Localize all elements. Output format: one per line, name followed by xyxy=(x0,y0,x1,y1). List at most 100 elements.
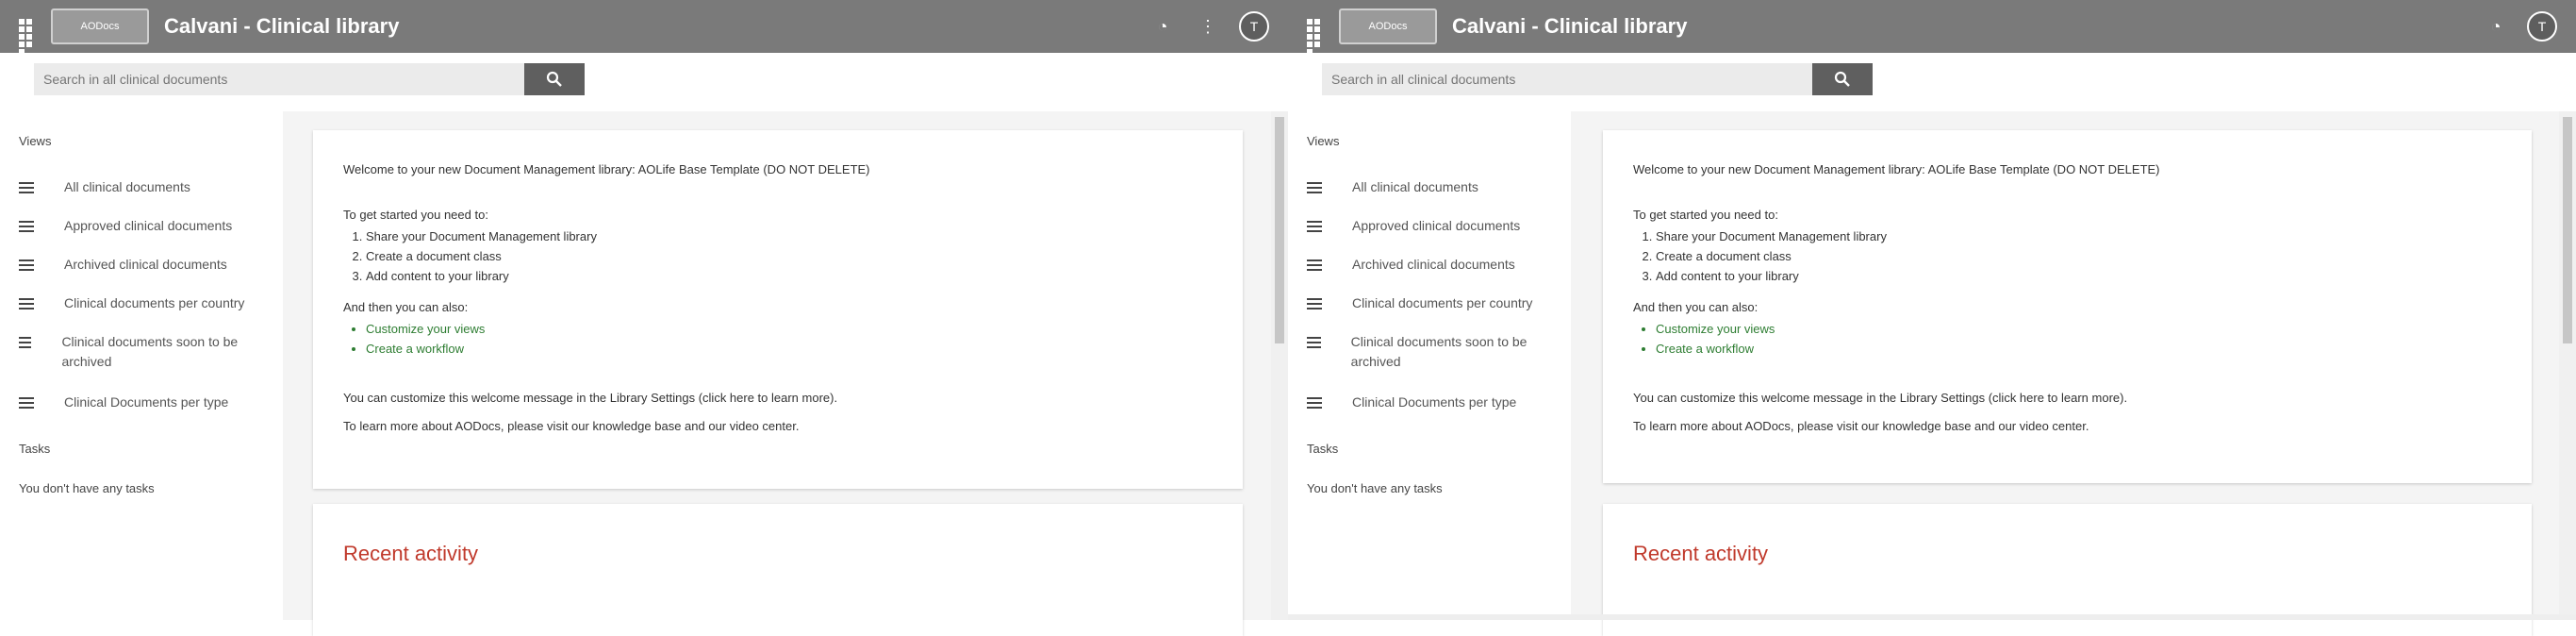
sidebar-item-archived[interactable]: Archived clinical documents xyxy=(19,255,283,275)
sidebar-item-label: Clinical Documents per type xyxy=(64,394,229,410)
list-icon xyxy=(19,337,32,351)
search-input[interactable] xyxy=(34,63,524,95)
then-text: And then you can also: xyxy=(1633,300,1759,314)
sidebar-item-per-country[interactable]: Clinical documents per country xyxy=(1307,293,1571,313)
recent-activity-heading: Recent activity xyxy=(1633,542,1769,565)
sidebar: Views All clinical documents Approved cl… xyxy=(0,111,283,620)
scrollbar-thumb[interactable] xyxy=(2563,117,2572,343)
recent-activity-card: Recent activity xyxy=(313,504,1243,636)
list-item[interactable]: Customize your views xyxy=(366,319,485,339)
views-heading: Views xyxy=(19,134,52,148)
apps-grid-icon[interactable] xyxy=(1301,13,1328,55)
recent-activity-heading: Recent activity xyxy=(343,542,479,565)
list-icon xyxy=(19,298,34,312)
sidebar-item-label: All clinical documents xyxy=(1352,179,1478,194)
main-content: Welcome to your new Document Management … xyxy=(283,111,1288,636)
welcome-intro: Welcome to your new Document Management … xyxy=(1633,162,2160,176)
views-heading: Views xyxy=(1307,134,1340,148)
welcome-card: Welcome to your new Document Management … xyxy=(1603,130,2532,483)
get-started-text: To get started you need to: xyxy=(343,208,488,222)
sidebar-item-label: Clinical documents soon to be archived xyxy=(1350,334,1527,369)
top-bar: AODocs Calvani - Clinical library ◔ ⋮ T xyxy=(0,0,1288,55)
search-icon xyxy=(1834,71,1850,87)
steps-list: Share your Document Management library C… xyxy=(343,226,597,286)
sidebar-item-label: Approved clinical documents xyxy=(1352,218,1521,233)
sidebar-item-all[interactable]: All clinical documents xyxy=(1307,177,1571,197)
apps-grid-icon[interactable] xyxy=(13,13,40,55)
sidebar-item-all[interactable]: All clinical documents xyxy=(19,177,283,197)
search-bar xyxy=(0,53,1288,111)
customize-text: You can customize this welcome message i… xyxy=(343,391,838,405)
user-avatar[interactable]: T xyxy=(2527,11,2557,42)
learn-more-text: To learn more about AODocs, please visit… xyxy=(343,419,800,433)
sidebar-item-label: Approved clinical documents xyxy=(64,218,233,233)
list-icon xyxy=(19,221,34,235)
list-icon xyxy=(1307,221,1322,235)
sidebar-item-label: Archived clinical documents xyxy=(64,257,227,272)
tasks-heading: Tasks xyxy=(19,442,51,456)
sidebar-item-soon-archived[interactable]: Clinical documents soon to be archived xyxy=(19,332,255,372)
list-icon xyxy=(1307,337,1321,351)
sidebar-item-per-type[interactable]: Clinical Documents per type xyxy=(1307,393,1571,412)
scrollbar[interactable] xyxy=(2559,111,2576,620)
search-input[interactable] xyxy=(1322,63,1812,95)
list-item[interactable]: Create a workflow xyxy=(366,339,485,359)
search-bar xyxy=(1288,53,2576,111)
welcome-card: Welcome to your new Document Management … xyxy=(313,130,1243,489)
list-item: Share your Document Management library xyxy=(366,226,597,246)
list-icon xyxy=(19,397,34,411)
horizontal-scrollbar[interactable] xyxy=(1288,614,2576,620)
main-content: Welcome to your new Document Management … xyxy=(1571,111,2576,636)
tasks-heading: Tasks xyxy=(1307,442,1339,456)
list-icon xyxy=(1307,259,1322,274)
user-avatar[interactable]: T xyxy=(1239,11,1269,42)
sidebar-item-per-type[interactable]: Clinical Documents per type xyxy=(19,393,283,412)
scrollbar[interactable] xyxy=(1271,111,1288,620)
extras-list: Customize your views Create a workflow xyxy=(1633,319,1775,359)
help-icon[interactable]: ◔ xyxy=(1148,12,1177,41)
sidebar-item-label: Archived clinical documents xyxy=(1352,257,1515,272)
customize-text: You can customize this welcome message i… xyxy=(1633,391,2128,405)
sidebar-item-label: All clinical documents xyxy=(64,179,190,194)
sidebar-item-approved[interactable]: Approved clinical documents xyxy=(1307,216,1571,236)
learn-more-text: To learn more about AODocs, please visit… xyxy=(1633,419,2089,433)
list-item: Create a document class xyxy=(1656,246,1887,266)
library-logo[interactable]: AODocs xyxy=(51,8,149,44)
library-logo[interactable]: AODocs xyxy=(1339,8,1437,44)
sidebar-item-archived[interactable]: Archived clinical documents xyxy=(1307,255,1571,275)
tasks-empty-message: You don't have any tasks xyxy=(1307,481,1443,495)
then-text: And then you can also: xyxy=(343,300,469,314)
list-item[interactable]: Customize your views xyxy=(1656,319,1775,339)
list-icon xyxy=(19,182,34,196)
scrollbar-thumb[interactable] xyxy=(1275,117,1284,343)
library-title: Calvani - Clinical library xyxy=(164,14,400,38)
list-item: Create a document class xyxy=(366,246,597,266)
sidebar-item-approved[interactable]: Approved clinical documents xyxy=(19,216,283,236)
sidebar-item-label: Clinical documents soon to be archived xyxy=(61,334,239,369)
steps-list: Share your Document Management library C… xyxy=(1633,226,1887,286)
help-icon[interactable]: ◔ xyxy=(2482,12,2510,41)
list-icon xyxy=(1307,298,1322,312)
sidebar: Views All clinical documents Approved cl… xyxy=(1288,111,1571,620)
library-title: Calvani - Clinical library xyxy=(1452,14,1688,38)
sidebar-item-label: Clinical documents per country xyxy=(64,295,245,310)
search-icon xyxy=(546,71,562,87)
sidebar-item-soon-archived[interactable]: Clinical documents soon to be archived xyxy=(1307,332,1561,372)
sidebar-item-label: Clinical Documents per type xyxy=(1352,394,1517,410)
tasks-empty-message: You don't have any tasks xyxy=(19,481,155,495)
welcome-intro: Welcome to your new Document Management … xyxy=(343,162,870,176)
right-pane: AODocs Calvani - Clinical library ◔ T Vi… xyxy=(1288,0,2576,636)
sidebar-item-per-country[interactable]: Clinical documents per country xyxy=(19,293,283,313)
list-icon xyxy=(1307,182,1322,196)
list-item[interactable]: Create a workflow xyxy=(1656,339,1775,359)
sidebar-item-label: Clinical documents per country xyxy=(1352,295,1533,310)
search-button[interactable] xyxy=(1812,63,1873,95)
top-bar: AODocs Calvani - Clinical library ◔ T xyxy=(1288,0,2576,55)
list-item: Add content to your library xyxy=(366,266,597,286)
get-started-text: To get started you need to: xyxy=(1633,208,1778,222)
search-button[interactable] xyxy=(524,63,585,95)
apps-icon[interactable]: ⋮ xyxy=(1194,12,1222,41)
list-icon xyxy=(1307,397,1322,411)
list-icon xyxy=(19,259,34,274)
list-item: Share your Document Management library xyxy=(1656,226,1887,246)
